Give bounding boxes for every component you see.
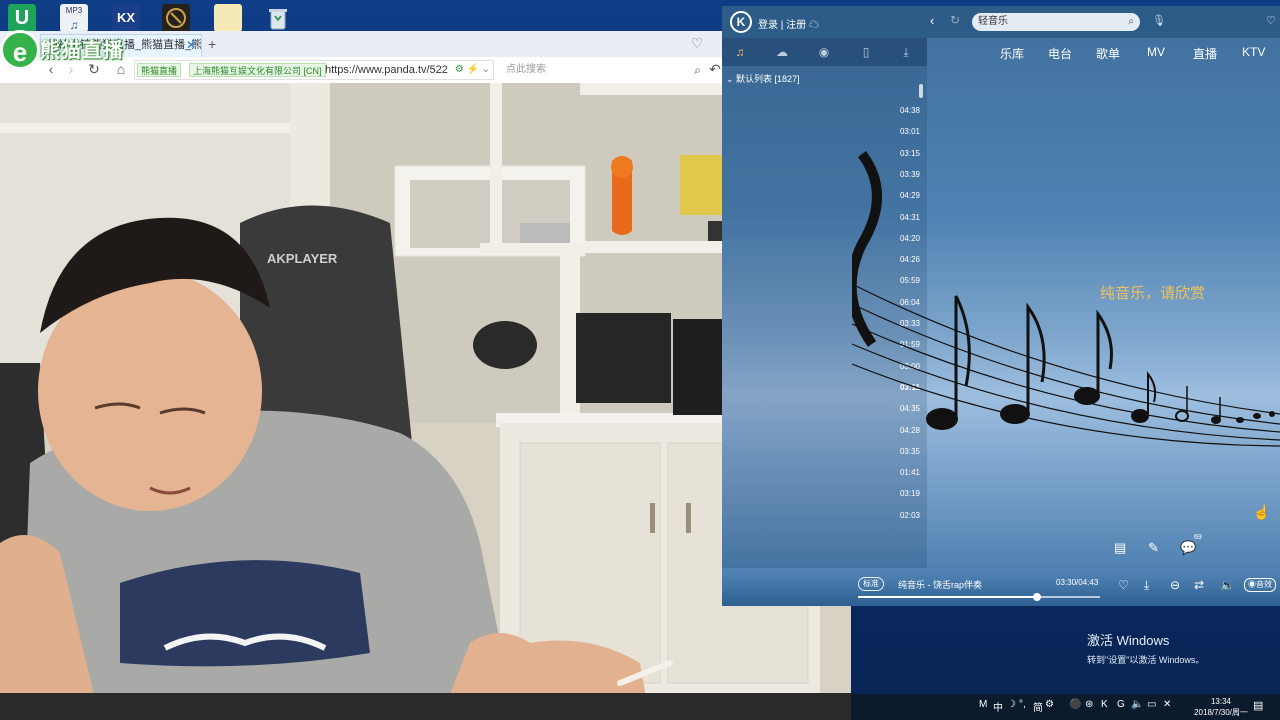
microphone-icon[interactable]: 🎙 — [1152, 14, 1166, 27]
progress-fill — [858, 596, 1038, 598]
nav-ktv[interactable]: KTV — [1242, 45, 1265, 59]
broadcast-logo-icon: e — [0, 30, 40, 70]
new-tab-button[interactable]: + — [208, 36, 216, 52]
taskbar: M 中 ☽ °, 简 ⚙ ⚫ ⊛ K G 🔈 ▭ ✕ 13:34 2018/7/… — [851, 694, 1280, 720]
repeat-icon[interactable]: ⇄ — [1194, 578, 1204, 592]
edit-lyrics-icon[interactable]: ✎ — [1148, 540, 1159, 556]
security-shield-icon: ⚙ ⚡ — [454, 64, 479, 75]
ime-lang[interactable]: 中 — [993, 699, 1003, 714]
nav-live[interactable]: 直播 — [1193, 45, 1217, 62]
lyric-tools: ▤ ✎ 💬 69 — [1114, 534, 1204, 558]
sound-effect-button[interactable]: ◉音效 — [1244, 578, 1276, 592]
track-duration[interactable]: 02:03 — [890, 511, 920, 520]
like-icon[interactable]: ♡ — [1118, 578, 1129, 592]
player-nav: 乐库 电台 歌单 MV 直播 KTV — [722, 38, 1280, 66]
forward-icon[interactable]: › — [62, 61, 80, 77]
cloud-icon[interactable]: ☁ — [809, 20, 819, 31]
nav-radio[interactable]: 电台 — [1048, 45, 1072, 62]
app-u-icon[interactable]: U — [8, 4, 36, 32]
favorites-icon[interactable]: ♡ — [688, 35, 706, 51]
clock-date: 2018/7/30/周一 — [1194, 708, 1248, 717]
quality-toggle[interactable]: 标准 — [858, 577, 884, 591]
track-duration[interactable]: 03:19 — [890, 489, 920, 498]
url-text: https://www.panda.tv/522 — [325, 64, 448, 76]
tray-kx-icon[interactable]: K — [1101, 699, 1108, 710]
player-titlebar: K 登录 | 注册 ☁ ‹ ↻ 轻音乐 ⌕ 🎙 ♡ — [722, 6, 1280, 38]
nav-mv[interactable]: MV — [1147, 45, 1165, 59]
minus-circle-icon[interactable]: ⊖ — [1170, 578, 1180, 592]
kx-app-icon[interactable]: KX — [112, 4, 140, 32]
game-shortcut-icon[interactable] — [162, 4, 190, 32]
comment-icon[interactable]: 💬 — [1180, 540, 1196, 556]
register-link[interactable]: 注册 — [786, 20, 806, 31]
skin-icon[interactable]: ♡ — [1266, 14, 1276, 27]
player-logo-icon[interactable]: K — [730, 11, 752, 33]
separator: | — [780, 20, 784, 31]
activation-title: 激活 Windows — [1087, 633, 1170, 648]
broadcast-brand-label: 熊猫直播 — [40, 40, 124, 62]
activation-subtitle: 转到"设置"以激活 Windows。 — [1087, 655, 1205, 665]
desktop-lyrics-icon[interactable]: ▤ — [1114, 540, 1126, 556]
search-icon[interactable]: ⌕ — [694, 60, 701, 80]
svg-text:AKPLAYER: AKPLAYER — [267, 251, 338, 266]
nav-playlists[interactable]: 歌单 — [1096, 45, 1120, 62]
login-link[interactable]: 登录 — [758, 20, 778, 31]
track-duration[interactable]: 01:41 — [890, 468, 920, 477]
ime-settings-icon[interactable]: ⚙ — [1045, 699, 1054, 710]
mp3-file-icon[interactable]: MP3 ♫ — [60, 4, 88, 32]
progress-knob[interactable] — [1033, 593, 1042, 601]
music-staff-illustration — [852, 151, 1280, 447]
login-register: 登录 | 注册 ☁ — [758, 16, 819, 31]
kuwo-music-player-window: K 登录 | 注册 ☁ ‹ ↻ 轻音乐 ⌕ 🎙 ♡ ♫ ☁ ◉ ▯ ⤓ ⌄ 默认列… — [722, 6, 1280, 606]
tray-display-icon[interactable]: ▭ — [1147, 699, 1156, 710]
play-time: 03:30/04:43 — [1056, 578, 1099, 587]
playback-bar: 标准 纯音乐 - 饶舌rap伴奏 03:30/04:43 ♡ ⤓ ⊖ ⇄ 🔈 ◉… — [852, 574, 1280, 608]
hand-cursor-icon: ☝ — [1253, 504, 1271, 520]
nav-library[interactable]: 乐库 — [1000, 45, 1024, 62]
chevron-down-icon[interactable]: ⌄ — [482, 61, 490, 79]
notification-icon[interactable]: ▤ — [1253, 699, 1263, 712]
download-icon[interactable]: ⤓ — [1144, 578, 1149, 593]
refresh-icon[interactable]: ↻ — [950, 13, 960, 27]
ime-mode[interactable]: M — [979, 699, 987, 710]
ime-punct[interactable]: °, — [1019, 699, 1026, 710]
tray-network-icon[interactable]: ⊛ — [1085, 699, 1093, 710]
track-duration[interactable]: 04:38 — [890, 106, 920, 115]
progress-track[interactable] — [858, 593, 1100, 601]
clock-time: 13:34 — [1210, 697, 1232, 706]
document-file-icon[interactable] — [214, 4, 242, 32]
reload-icon[interactable]: ↻ — [85, 61, 103, 77]
search-placeholder: 点此搜索 — [506, 64, 546, 75]
back-icon[interactable]: ‹ — [930, 13, 934, 28]
playlist-scrollbar[interactable] — [919, 84, 923, 98]
search-value: 轻音乐 — [978, 16, 1008, 27]
back-icon[interactable]: ‹ — [42, 61, 60, 77]
ime-simplified[interactable]: 简 — [1033, 699, 1043, 714]
volume-icon[interactable]: 🔈 — [1220, 578, 1235, 592]
windows-activation-watermark: 激活 Windows 转到"设置"以激活 Windows。 — [1087, 630, 1204, 666]
recycle-bin-icon[interactable] — [264, 4, 292, 32]
tray-kuwo-icon[interactable]: ✕ — [1163, 699, 1171, 710]
certificate-badge: 上海熊猫互娱文化有限公司 [CN] — [189, 63, 326, 77]
taskbar-clock[interactable]: 13:34 2018/7/30/周一 — [1181, 696, 1261, 718]
sound-effect-label: 音效 — [1256, 580, 1272, 589]
site-badge: 熊猫直播 — [137, 63, 182, 77]
now-playing-title: 纯音乐 - 饶舌rap伴奏 — [898, 580, 983, 590]
browser-search-box[interactable]: 点此搜索 ⌕ — [500, 60, 705, 80]
screen: U MP3♫ KX 战神坐镇熊猫直播_熊猫直播_熊猫TV✕ + ♡ ‹ › ↻ … — [0, 0, 1280, 720]
close-tab-icon[interactable]: ✕ — [186, 35, 196, 56]
tray-volume-icon[interactable]: 🔈 — [1131, 699, 1143, 710]
lyrics-placeholder: 纯音乐，请欣赏 — [1100, 285, 1206, 302]
tray-g-icon[interactable]: G — [1117, 699, 1125, 710]
home-icon[interactable]: ⌂ — [112, 61, 130, 77]
ime-moon-icon[interactable]: ☽ — [1007, 699, 1016, 710]
tray-app-icon[interactable]: ⚫ — [1069, 699, 1081, 710]
comment-count: 69 — [1194, 534, 1202, 541]
playlist-header[interactable]: ⌄ 默认列表 [1827] — [726, 72, 800, 85]
address-bar[interactable]: 熊猫直播 上海熊猫互娱文化有限公司 [CN] https://www.panda… — [134, 60, 494, 80]
playlist-title: 默认列表 [1827] — [736, 74, 800, 84]
search-icon[interactable]: ⌕ — [1128, 13, 1134, 31]
player-search-input[interactable]: 轻音乐 ⌕ — [972, 13, 1140, 31]
